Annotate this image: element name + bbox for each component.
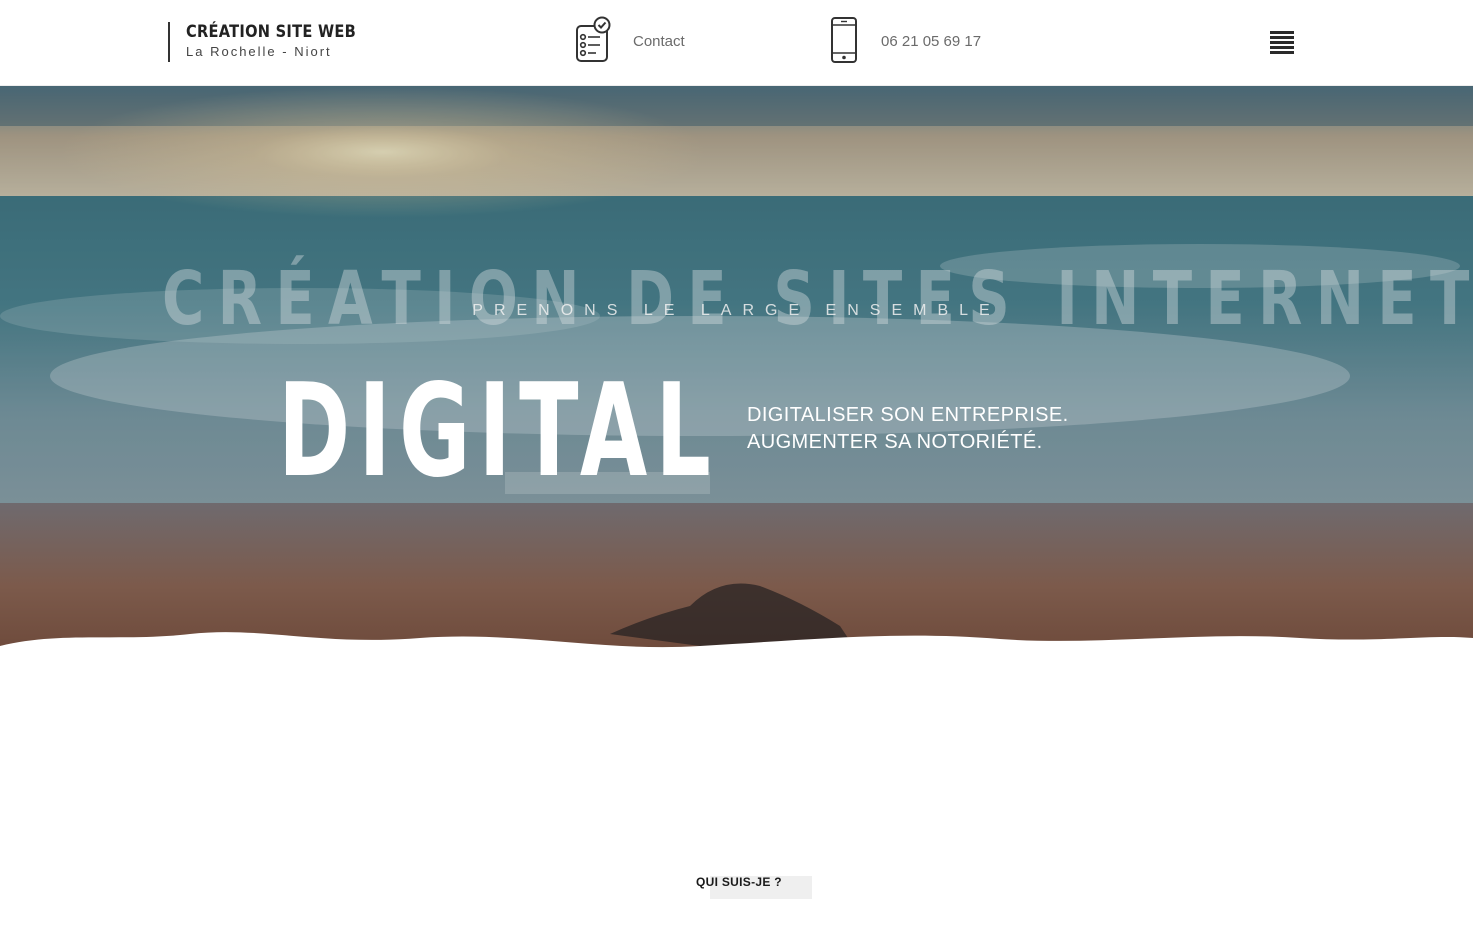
site-header: CRÉATION SITE WEB La Rochelle - Niort Co… <box>0 0 1473 86</box>
headline-underline <box>505 472 710 494</box>
form-checklist-icon[interactable] <box>574 16 614 64</box>
hero-tagline-2: AUGMENTER SA NOTORIÉTÉ. <box>747 431 1043 453</box>
brand-title: CRÉATION SITE WEB <box>186 22 356 42</box>
hero-banner: CRÉATION DE SITES INTERNET PRENONS LE LA… <box>0 86 1473 670</box>
hero-tagline-1: DIGITALISER SON ENTREPRISE. <box>747 404 1069 426</box>
section-label: QUI SUIS-JE ? <box>696 875 782 889</box>
smartphone-icon <box>831 17 857 63</box>
contact-link[interactable]: Contact <box>633 33 685 50</box>
phone-number[interactable]: 06 21 05 69 17 <box>881 33 981 50</box>
hamburger-menu-icon[interactable] <box>1270 31 1294 55</box>
hero-background-title: CRÉATION DE SITES INTERNET <box>162 256 1473 342</box>
brand-logo[interactable]: CRÉATION SITE WEB La Rochelle - Niort <box>168 22 384 62</box>
brand-subtitle: La Rochelle - Niort <box>186 44 332 59</box>
hero-kicker: PRENONS LE LARGE ENSEMBLE <box>472 302 1001 319</box>
